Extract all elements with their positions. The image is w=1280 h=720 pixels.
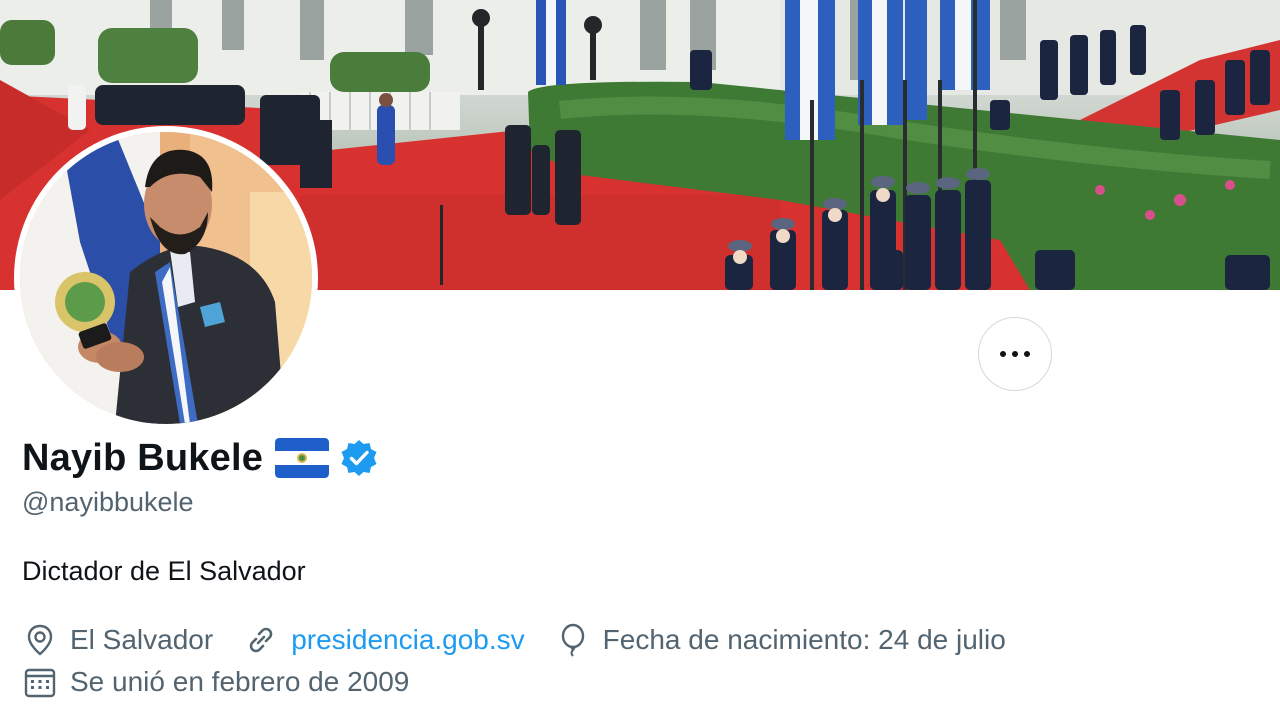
- bio: Dictador de El Salvador: [22, 556, 306, 586]
- location-item: El Salvador: [22, 622, 213, 658]
- calendar-icon: [24, 668, 56, 698]
- birthday-item: Fecha de nacimiento: 24 de julio: [555, 622, 1006, 658]
- more-dot: [1024, 351, 1030, 357]
- handle: @nayibbukele: [22, 487, 194, 517]
- website-item[interactable]: presidencia.gob.sv: [243, 622, 525, 658]
- verified-badge-icon[interactable]: [339, 438, 379, 478]
- profile-meta-row: El Salvador presidencia.gob.sv Fecha de …: [22, 620, 1036, 660]
- website-link[interactable]: presidencia.gob.sv: [291, 624, 524, 656]
- location-pin-icon: [27, 624, 53, 656]
- link-icon: [249, 627, 273, 653]
- birthday-text: Fecha de nacimiento: 24 de julio: [602, 624, 1006, 655]
- more-dot: [1012, 351, 1018, 357]
- profile-meta-row: Se unió en febrero de 2009: [22, 662, 439, 702]
- display-name: Nayib Bukele: [22, 436, 264, 479]
- avatar-image: [20, 132, 312, 424]
- balloon-icon: [561, 623, 584, 657]
- joined-text: Se unió en febrero de 2009: [70, 666, 410, 697]
- more-options-button[interactable]: [978, 317, 1052, 391]
- more-dot: [1000, 351, 1006, 357]
- location-text: El Salvador: [70, 624, 214, 655]
- joined-item: Se unió en febrero de 2009: [22, 664, 409, 700]
- el-salvador-flag-icon: [275, 438, 330, 478]
- name-row: Nayib Bukele: [22, 432, 379, 484]
- profile-avatar[interactable]: [14, 126, 318, 430]
